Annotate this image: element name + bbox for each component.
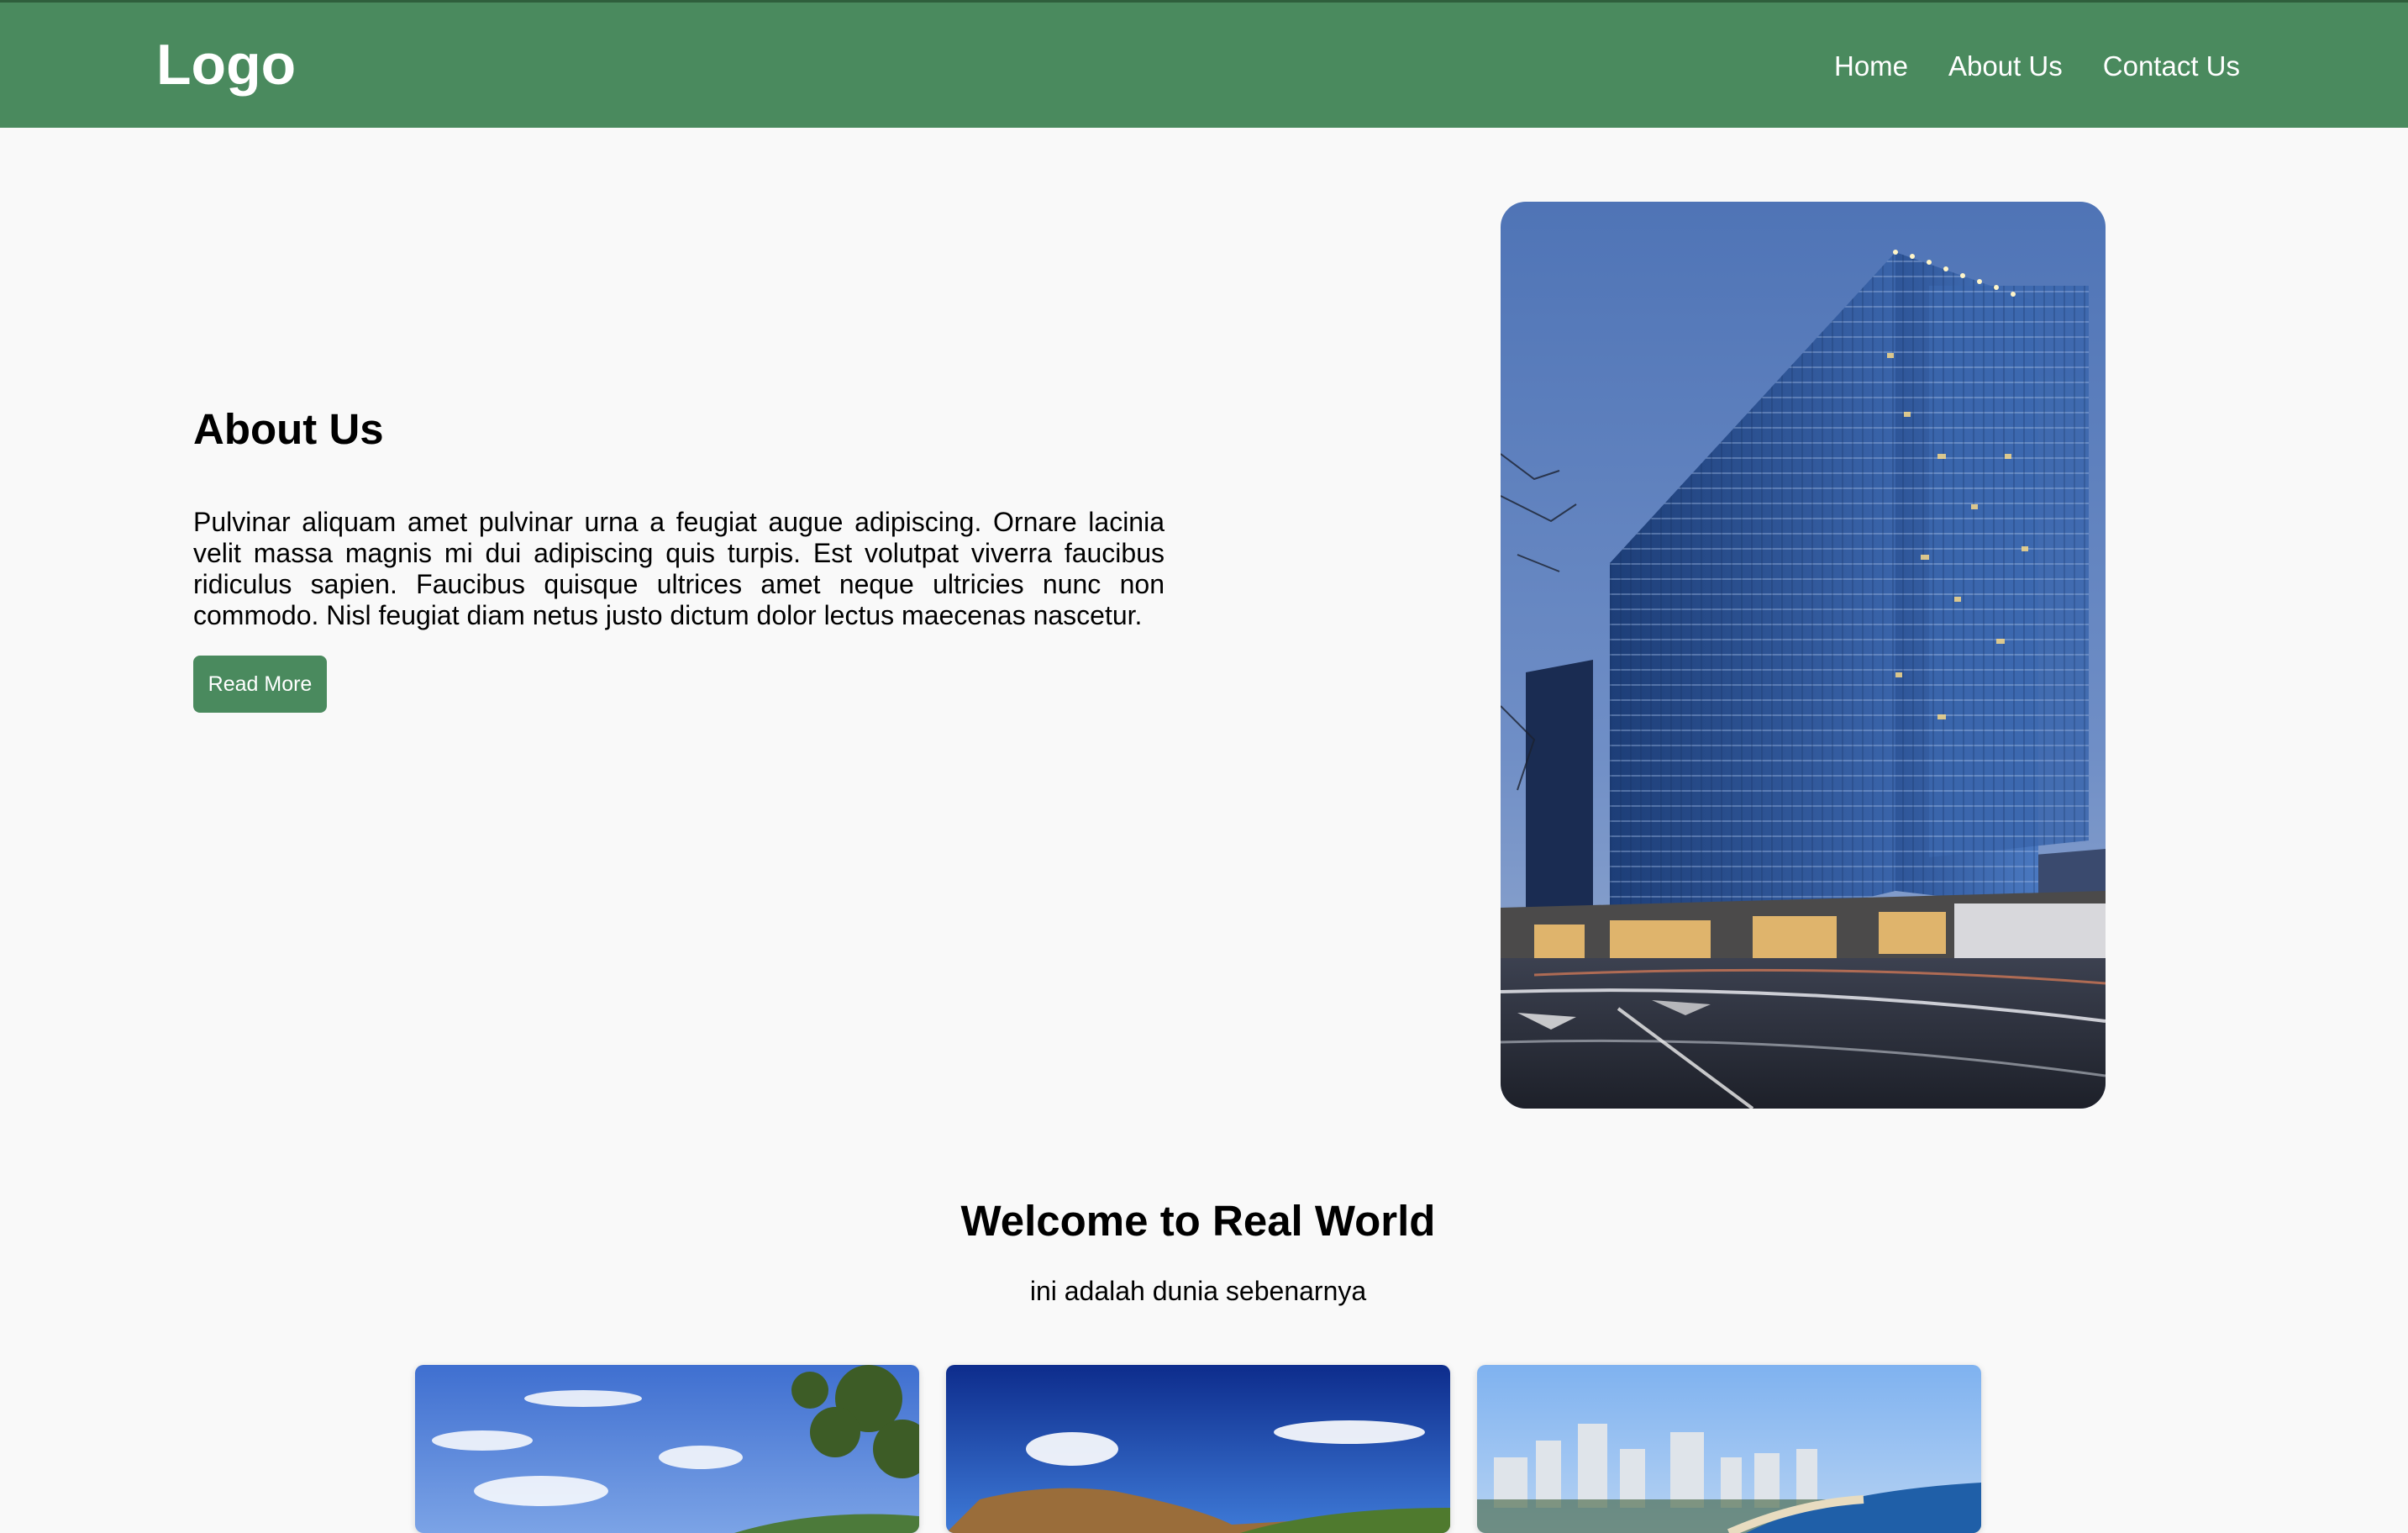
nav-link-contact-us[interactable]: Contact Us [2103,46,2240,87]
office-building-image [1501,202,2106,1109]
nav-link-about-us[interactable]: About Us [1948,46,2063,87]
read-more-button[interactable]: Read More [193,656,327,713]
top-navbar: Logo Home About Us Contact Us [0,0,2408,128]
card-hill-image[interactable] [946,1365,1450,1533]
main-nav: Home About Us Contact Us [1834,46,2240,87]
nav-link-home[interactable]: Home [1834,46,1908,87]
welcome-title: Welcome to Real World [960,1197,1436,1245]
card-tropical-image[interactable] [415,1365,919,1533]
welcome-subtitle: ini adalah dunia sebenarnya [1029,1276,1367,1306]
about-paragraph: Pulvinar aliquam amet pulvinar urna a fe… [193,507,1165,630]
card-beach-city-image[interactable] [1477,1365,1981,1533]
about-title: About Us [193,405,384,453]
logo[interactable]: Logo [156,29,296,100]
